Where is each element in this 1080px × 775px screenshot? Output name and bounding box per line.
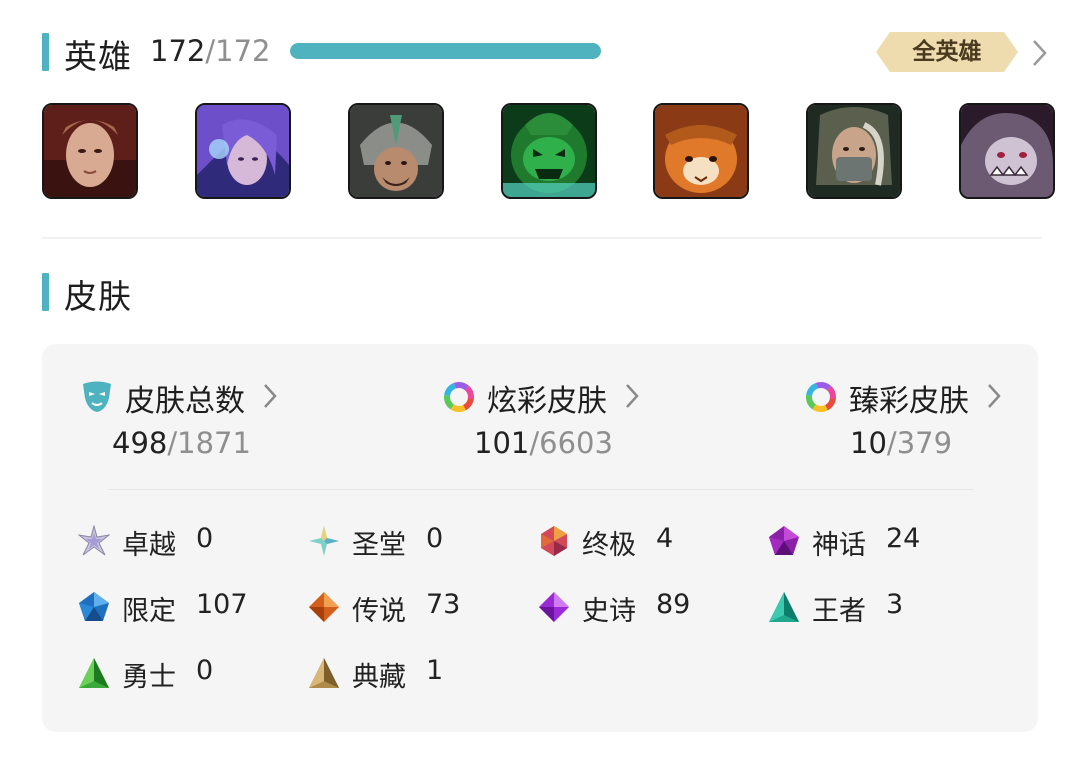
rarity-name: 圣堂	[352, 530, 406, 561]
prestige-skins-separator: /	[886, 426, 897, 460]
rarity-count: 3	[886, 589, 904, 620]
legendary-gem-icon	[309, 592, 339, 622]
champions-section-marker	[42, 33, 49, 71]
total-skins-owned: 498	[112, 426, 168, 460]
champion-portrait-4[interactable]	[501, 103, 597, 199]
panel-divider	[108, 489, 974, 490]
total-skins-total: 1871	[177, 426, 251, 460]
rarity-name: 卓越	[122, 530, 176, 561]
prestige-ring-icon	[806, 382, 836, 412]
champion-portrait-icon	[808, 105, 900, 197]
prestige-skins-count: 10/379	[850, 426, 952, 460]
chevron-right-icon	[264, 384, 277, 408]
total-skins-separator: /	[167, 426, 178, 460]
prestige-skins-total: 379	[896, 426, 953, 460]
champion-portrait-5[interactable]	[653, 103, 749, 199]
chevron-right-icon[interactable]	[1030, 38, 1048, 68]
champion-portrait-icon	[961, 105, 1053, 197]
champions-owned: 172	[150, 34, 206, 68]
chroma-skins-separator: /	[529, 426, 540, 460]
total-skins-link[interactable]: 皮肤总数	[80, 376, 290, 419]
champions-progress-fill	[290, 43, 601, 59]
collection-gem-icon	[309, 658, 339, 688]
chroma-skins-owned: 101	[474, 426, 530, 460]
rarity-name: 典藏	[352, 662, 406, 693]
skins-title: 皮肤	[64, 277, 132, 316]
chevron-right-icon	[626, 384, 639, 408]
rarity-count: 73	[426, 589, 461, 620]
rarity-count: 0	[196, 655, 214, 686]
skins-section-marker	[42, 273, 49, 311]
chroma-skins-count: 101/6603	[474, 426, 613, 460]
rarity-count: 0	[196, 523, 214, 554]
champion-portrait-3[interactable]	[348, 103, 444, 199]
prestige-skins-label: 臻彩皮肤	[849, 384, 969, 419]
rarity-name: 限定	[122, 596, 176, 627]
champion-portrait-6[interactable]	[806, 103, 902, 199]
champions-progress-bar	[290, 43, 601, 59]
chroma-skins-link[interactable]: 炫彩皮肤	[442, 376, 652, 419]
chevron-right-icon	[988, 384, 1001, 408]
champion-portrait-7[interactable]	[959, 103, 1055, 199]
champion-portrait-icon	[503, 105, 595, 197]
rarity-count: 0	[426, 523, 444, 554]
champion-portrait-2[interactable]	[195, 103, 291, 199]
champions-separator: /	[205, 34, 216, 68]
ultimate-gem-icon	[541, 526, 567, 556]
chroma-skins-total: 6603	[539, 426, 613, 460]
rarity-name: 神话	[812, 530, 866, 561]
prestige-skins-owned: 10	[850, 426, 887, 460]
rarity-count: 89	[656, 589, 691, 620]
champion-gem-icon	[769, 592, 799, 622]
mask-icon	[83, 381, 111, 412]
transcendent-gem-icon	[78, 525, 110, 556]
total-skins-label: 皮肤总数	[125, 384, 245, 419]
warrior-gem-icon	[79, 658, 109, 688]
exalted-gem-icon	[309, 526, 339, 556]
chroma-skins-label: 炫彩皮肤	[487, 384, 607, 419]
total-skins-count: 498/1871	[112, 426, 251, 460]
rarity-count: 1	[426, 655, 444, 686]
mythic-gem-icon	[769, 526, 799, 555]
all-champions-label: 全英雄	[912, 39, 982, 65]
rarity-name: 史诗	[582, 596, 636, 627]
rarity-name: 终极	[582, 530, 636, 561]
champion-portrait-icon	[350, 105, 442, 197]
rarity-name: 王者	[812, 596, 866, 627]
champions-count: 172/172	[150, 34, 271, 68]
champion-portrait-icon	[44, 105, 136, 197]
champions-total: 172	[215, 34, 271, 68]
epic-gem-icon	[539, 592, 569, 622]
prestige-skins-link[interactable]: 臻彩皮肤	[804, 376, 1014, 419]
champion-portrait-1[interactable]	[42, 103, 138, 199]
champions-title: 英雄	[64, 37, 132, 76]
section-divider	[42, 237, 1042, 239]
rarity-count: 24	[886, 523, 921, 554]
chroma-ring-icon	[444, 382, 474, 412]
rarity-name: 勇士	[122, 662, 176, 693]
champion-portrait-icon	[197, 105, 289, 197]
rarity-count: 107	[196, 589, 248, 620]
rarity-count: 4	[656, 523, 674, 554]
limited-gem-icon	[79, 592, 109, 621]
all-champions-button[interactable]: 全英雄	[876, 32, 1018, 72]
rarity-name: 传说	[352, 596, 406, 627]
champion-portrait-icon	[655, 105, 747, 197]
